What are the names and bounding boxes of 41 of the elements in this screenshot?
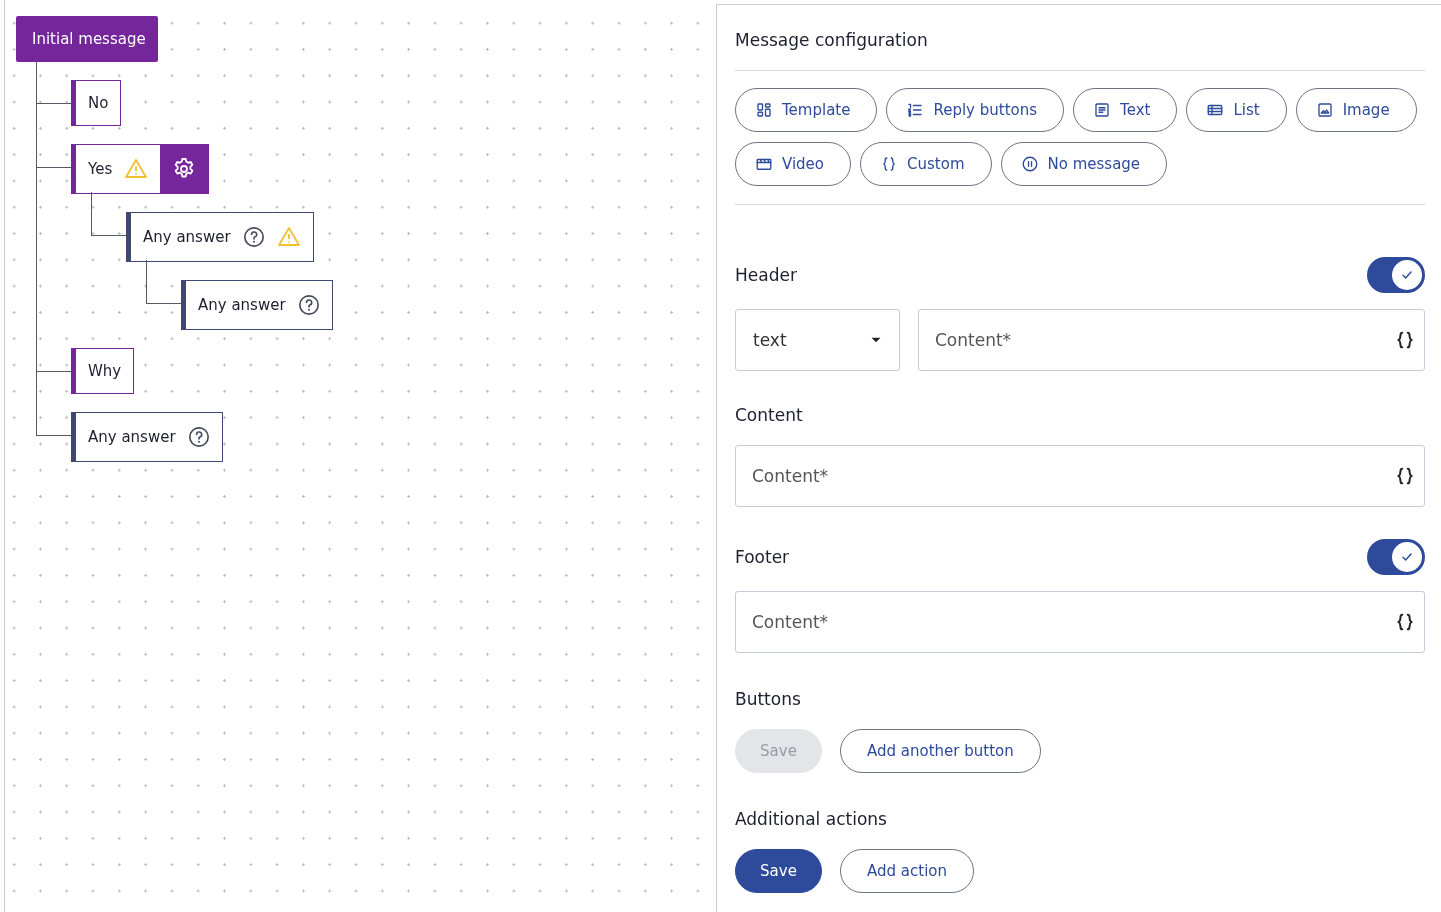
message-type-button[interactable]: No message xyxy=(1000,142,1168,186)
content-field[interactable]: Content* xyxy=(735,591,1425,653)
help-icon xyxy=(242,226,265,248)
message-type-button[interactable]: Reply buttons xyxy=(886,88,1065,132)
section-label: Buttons xyxy=(735,689,802,709)
message-type-button[interactable]: Custom xyxy=(860,142,992,186)
section-label: Additional actions xyxy=(735,809,888,829)
option-node[interactable]: Yes xyxy=(71,144,210,194)
help-icon xyxy=(187,426,210,448)
image-icon xyxy=(1315,101,1334,119)
answer-node[interactable]: Any answer xyxy=(181,280,333,330)
content-field[interactable]: Content* xyxy=(735,445,1425,507)
content-field[interactable]: Content* xyxy=(918,309,1425,371)
message-type-button[interactable]: List xyxy=(1186,88,1287,132)
pause-circle-icon xyxy=(1020,155,1039,173)
panel-title: Message configuration xyxy=(735,21,1425,71)
add-button[interactable]: Add another button xyxy=(840,729,1041,773)
warning-icon xyxy=(276,225,301,249)
message-type-button[interactable]: Video xyxy=(735,142,852,186)
numbered-list-icon xyxy=(906,101,925,119)
message-type-button[interactable]: Text xyxy=(1073,88,1178,132)
section-label: Content xyxy=(735,405,804,425)
warning-icon xyxy=(124,157,149,181)
toggle-switch[interactable] xyxy=(1367,257,1425,293)
document-icon xyxy=(1093,101,1112,119)
section-label: Footer xyxy=(735,547,790,567)
option-node[interactable]: No xyxy=(71,80,122,126)
answer-node[interactable]: Any answer xyxy=(126,212,314,262)
message-node[interactable]: Initial message xyxy=(16,16,158,62)
save-button[interactable]: Save xyxy=(735,849,822,893)
message-type-button[interactable]: Image xyxy=(1295,88,1417,132)
section-label: Header xyxy=(735,265,797,285)
answer-node[interactable]: Any answer xyxy=(71,412,223,462)
grid-icon xyxy=(755,101,773,119)
option-node[interactable]: Why xyxy=(71,348,135,394)
settings-button[interactable] xyxy=(160,145,209,193)
help-icon xyxy=(297,294,320,316)
message-type-button[interactable]: Template xyxy=(735,88,878,132)
add-button[interactable]: Add action xyxy=(840,849,974,893)
toggle-switch[interactable] xyxy=(1367,539,1425,575)
type-dropdown[interactable]: text xyxy=(735,309,900,371)
